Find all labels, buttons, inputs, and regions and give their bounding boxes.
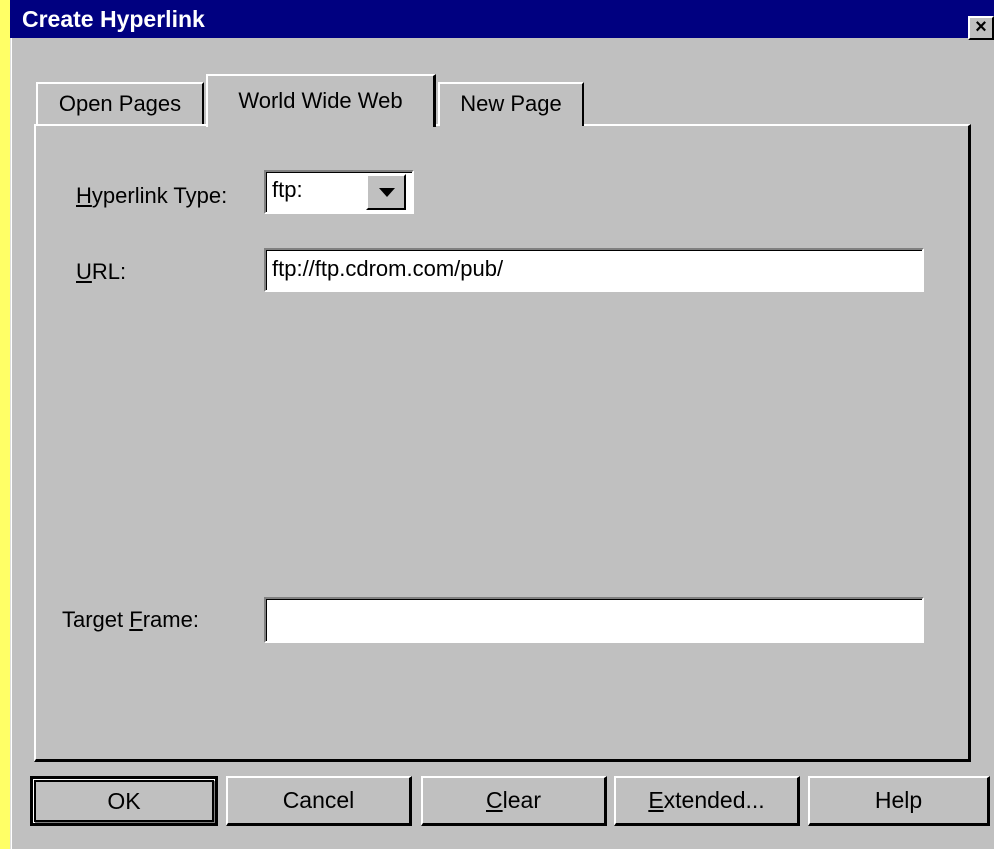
clear-button[interactable]: Clear (421, 776, 607, 826)
url-label: URL: (76, 259, 127, 284)
clear-button-label: Clear (486, 787, 541, 813)
extended-button[interactable]: Extended... (614, 776, 800, 826)
title-bar: Create Hyperlink × (10, 0, 994, 40)
ok-button[interactable]: OK (30, 776, 218, 826)
tab-label: World Wide Web (238, 88, 403, 113)
help-button[interactable]: Help (808, 776, 990, 826)
dropdown-button[interactable] (366, 174, 406, 210)
tab-open-pages[interactable]: Open Pages (36, 82, 204, 126)
target-frame-input[interactable] (264, 597, 924, 643)
chevron-down-icon (379, 188, 395, 197)
tab-label: New Page (460, 91, 562, 116)
cancel-button[interactable]: Cancel (226, 776, 412, 826)
help-button-label: Help (874, 787, 923, 813)
hyperlink-type-label: Hyperlink Type: (76, 183, 228, 208)
tab-new-page[interactable]: New Page (438, 82, 584, 126)
tab-world-wide-web[interactable]: World Wide Web (206, 74, 436, 127)
extended-button-label: Extended... (648, 787, 765, 813)
ok-button-label: OK (107, 788, 141, 814)
tab-label: Open Pages (58, 91, 182, 116)
dialog-title: Create Hyperlink (22, 6, 205, 32)
tab-panel-world-wide-web (34, 124, 971, 762)
close-button[interactable]: × (968, 16, 994, 40)
target-frame-label: Target Frame: (62, 607, 199, 632)
url-input[interactable]: ftp://ftp.cdrom.com/pub/ (264, 248, 924, 292)
close-icon: × (975, 16, 987, 38)
cancel-button-label: Cancel (282, 787, 355, 813)
